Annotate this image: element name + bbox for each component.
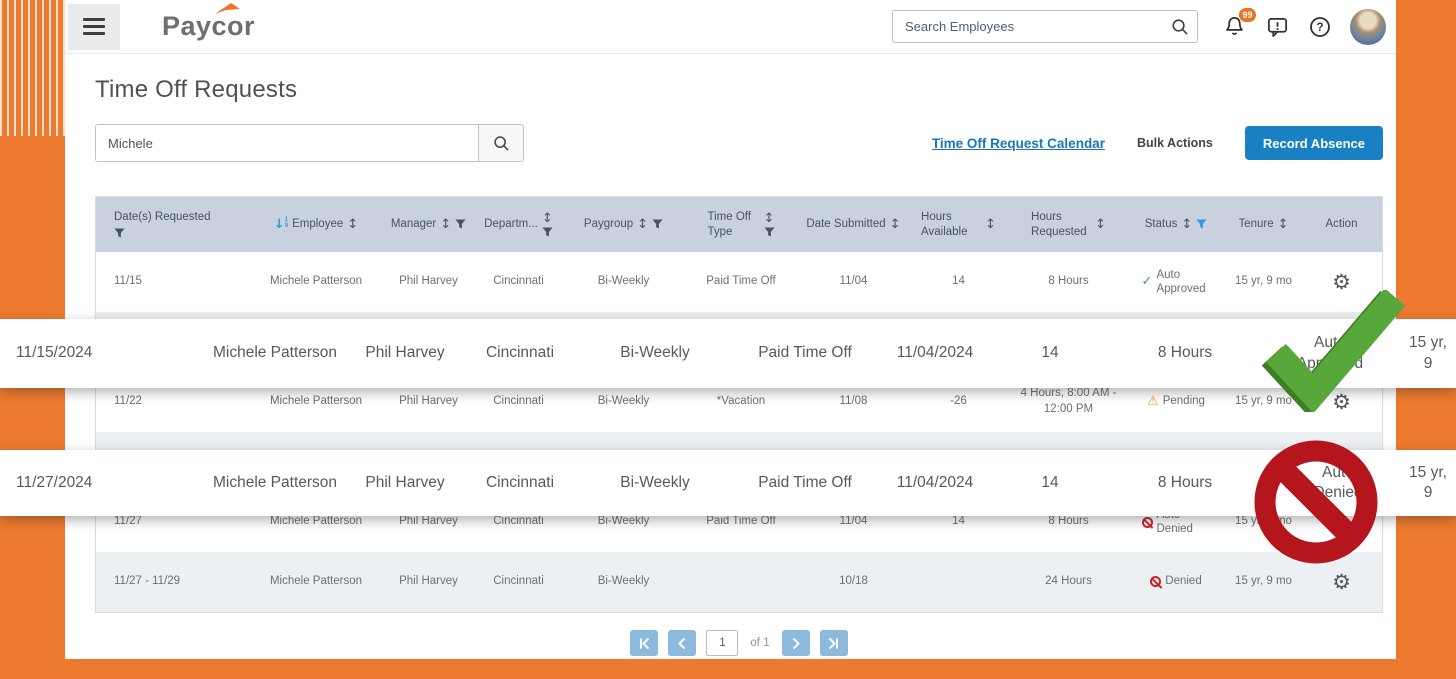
help-button[interactable]: ? [1307, 14, 1333, 40]
pagination-next-button[interactable] [782, 630, 810, 656]
paycor-logo: Paycor [162, 11, 255, 42]
callout-row-approved: 11/15/2024 Michele Patterson Phil Harvey… [0, 319, 1456, 388]
denied-symbol-overlay [1251, 437, 1381, 567]
screen: Paycor 99 [0, 0, 1456, 679]
sort-icon[interactable]: ↕ [440, 217, 451, 232]
col-hours-available[interactable]: Hours Available ↕ [906, 197, 1011, 252]
pagination-prev-button[interactable] [668, 630, 696, 656]
table-header: Date(s) Requested ↓19 Employee ↕ Ma [96, 197, 1382, 252]
top-right-tools: 99 ? [892, 9, 1396, 45]
filter-icon[interactable] [652, 219, 663, 230]
filter-row: Time Off Request Calendar Bulk Actions R… [95, 124, 1383, 162]
page-title: Time Off Requests [95, 76, 1383, 104]
user-avatar[interactable] [1350, 9, 1386, 45]
status-cell: Denied [1126, 552, 1226, 612]
filter-search-button[interactable] [478, 124, 524, 162]
table-actions: Time Off Request Calendar Bulk Actions R… [932, 126, 1383, 160]
logo-caret-icon [215, 3, 241, 15]
col-department[interactable]: Departm... ↕ [471, 197, 566, 252]
menu-button[interactable] [68, 4, 120, 50]
question-icon: ? [1308, 15, 1332, 39]
notifications-button[interactable]: 99 [1221, 14, 1247, 40]
sort-icon[interactable]: ↕ [764, 211, 775, 226]
denied-icon [1142, 517, 1153, 528]
status-cell: ✓ Auto Approved [1126, 252, 1226, 312]
approved-check-icon: ✓ [1142, 273, 1153, 291]
col-hours-requested[interactable]: Hours Requested ↕ [1011, 197, 1126, 252]
messages-button[interactable] [1264, 14, 1290, 40]
sort-icon[interactable]: ↕ [985, 217, 996, 232]
filter-icon[interactable] [764, 227, 775, 238]
page-count-label: of 1 [750, 637, 769, 649]
sort-icon[interactable]: ↕ [1095, 217, 1106, 232]
sort-icon[interactable]: ↕ [1181, 217, 1192, 232]
page-number-input[interactable] [706, 630, 738, 656]
sort-icon[interactable]: ↕ [542, 211, 553, 226]
employee-search [892, 10, 1198, 43]
denied-icon [1150, 576, 1161, 587]
logo-text: Paycor [162, 11, 255, 41]
last-page-icon [827, 637, 840, 650]
filter-icon[interactable] [455, 219, 466, 230]
sort-icon[interactable]: ↕ [637, 217, 648, 232]
pagination: of 1 [95, 629, 1383, 657]
first-page-icon [638, 637, 651, 650]
filter-active-icon[interactable] [1196, 219, 1207, 230]
employee-search-input[interactable] [892, 10, 1198, 43]
svg-text:?: ? [1316, 22, 1323, 34]
approved-checkmark-overlay [1262, 290, 1408, 412]
hamburger-icon [83, 18, 105, 21]
col-dates-requested[interactable]: Date(s) Requested [96, 197, 246, 252]
sort-icon[interactable]: ↕ [1278, 217, 1289, 232]
pagination-last-button[interactable] [820, 630, 848, 656]
prev-page-icon [676, 637, 689, 650]
col-tenure[interactable]: Tenure ↕ [1226, 197, 1301, 252]
chat-alert-icon [1266, 15, 1289, 38]
col-time-off-type[interactable]: Time Off Type ↕ [681, 197, 801, 252]
col-date-submitted[interactable]: Date Submitted ↕ [801, 197, 906, 252]
pending-warning-icon: ⚠ [1147, 393, 1159, 411]
notification-badge: 99 [1239, 8, 1256, 22]
employee-filter [95, 124, 524, 162]
time-off-table: Date(s) Requested ↓19 Employee ↕ Ma [95, 196, 1383, 613]
sort-icon[interactable]: ↕ [347, 217, 358, 232]
table-row[interactable]: 11/15 Michele Patterson Phil Harvey Cinc… [96, 252, 1382, 312]
search-icon[interactable] [1170, 17, 1189, 36]
calendar-link[interactable]: Time Off Request Calendar [932, 136, 1105, 151]
row-actions-gear-icon[interactable]: ⚙ [1332, 572, 1351, 593]
employee-filter-input[interactable] [95, 124, 478, 162]
sort-active-icon: ↓19 [274, 217, 288, 232]
pagination-first-button[interactable] [630, 630, 658, 656]
bulk-actions-button[interactable]: Bulk Actions [1137, 136, 1213, 150]
col-status[interactable]: Status ↕ [1126, 197, 1226, 252]
next-page-icon [789, 637, 802, 650]
col-paygroup[interactable]: Paygroup ↕ [566, 197, 681, 252]
filter-icon[interactable] [114, 228, 125, 239]
decorative-stripes [0, 0, 66, 136]
col-employee[interactable]: ↓19 Employee ↕ [246, 197, 386, 252]
record-absence-button[interactable]: Record Absence [1245, 126, 1383, 160]
filter-icon[interactable] [542, 227, 553, 238]
top-bar: Paycor 99 [65, 0, 1396, 54]
search-icon [492, 134, 510, 152]
col-action: Action [1301, 197, 1382, 252]
sort-icon[interactable]: ↕ [890, 217, 901, 232]
col-manager[interactable]: Manager ↕ [386, 197, 471, 252]
callout-row-denied: 11/27/2024 Michele Patterson Phil Harvey… [0, 450, 1456, 516]
table-row[interactable]: 11/27 - 11/29 Michele Patterson Phil Har… [96, 552, 1382, 612]
